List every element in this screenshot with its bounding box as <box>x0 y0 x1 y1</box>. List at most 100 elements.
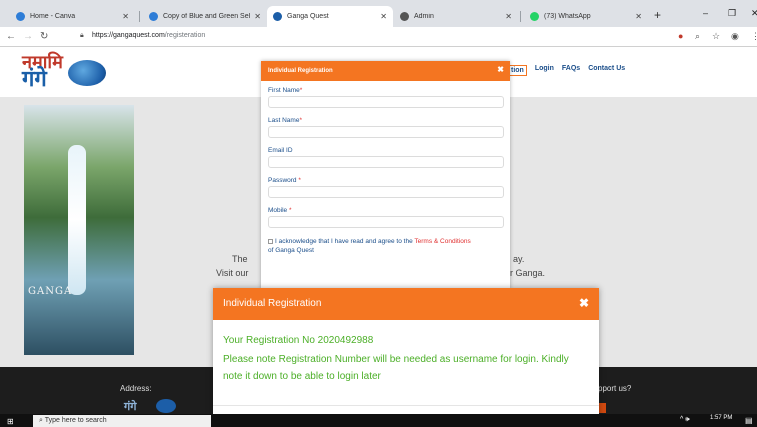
tab-title: Copy of Blue and Green Self-C <box>163 13 251 20</box>
first-name-input[interactable] <box>268 96 504 108</box>
field-label-text: First Name <box>268 87 300 94</box>
globe-logo-icon <box>68 60 106 86</box>
url-field[interactable]: https://gangaquest.com/registeration <box>92 32 205 39</box>
maximize-icon[interactable]: ❐ <box>728 8 736 19</box>
last-name-label: Last Name* <box>268 117 504 124</box>
background-text: r Ganga. <box>510 268 546 278</box>
terms-text-tail: of Ganga Quest <box>268 247 314 254</box>
lock-icon[interactable]: 🔒︎ <box>80 32 84 40</box>
close-tab-icon[interactable]: ✕ <box>380 12 387 21</box>
browser-tab-bar: Home - Canva ✕ Copy of Blue and Green Se… <box>0 0 757 27</box>
background-text: ay. <box>513 254 525 264</box>
tab-separator <box>139 11 140 22</box>
tab-title: Home - Canva <box>30 13 76 20</box>
close-tab-icon[interactable]: ✕ <box>635 12 642 21</box>
namami-gange-logo[interactable]: नमामि गंगे <box>22 54 112 92</box>
tab-copy-blue-green[interactable]: Copy of Blue and Green Self-C ✕ <box>143 6 267 27</box>
terms-text: I acknowledge that I have read and agree… <box>275 238 415 245</box>
registration-note-text: Please note Registration Number will be … <box>223 354 569 382</box>
terms-link[interactable]: Terms & Conditions <box>414 238 470 245</box>
profile-icon[interactable]: ◉ <box>731 31 739 42</box>
terms-checkbox[interactable] <box>268 238 273 244</box>
close-icon[interactable]: ✖ <box>497 65 504 74</box>
zoom-icon[interactable]: ⌕ <box>695 31 700 42</box>
close-tab-icon[interactable]: ✕ <box>505 12 512 21</box>
nav-registration[interactable]: tion <box>508 65 527 76</box>
tab-title: Ganga Quest <box>287 13 329 20</box>
background-text: Visit our <box>216 268 249 278</box>
tab-ganga-quest[interactable]: Ganga Quest ✕ <box>267 6 393 27</box>
tab-admin[interactable]: Admin ✕ <box>394 6 518 27</box>
main-nav: tion Login FAQs Contact Us <box>508 65 625 76</box>
email-input[interactable] <box>268 156 504 168</box>
nav-faqs[interactable]: FAQs <box>562 65 580 76</box>
extension-icon[interactable]: ● <box>678 31 683 41</box>
required-mark: * <box>299 117 302 124</box>
modal-divider <box>213 405 599 406</box>
tab-title: (73) WhatsApp <box>544 13 591 20</box>
notification-icon[interactable]: ▤ <box>745 416 753 425</box>
tab-title: Admin <box>414 13 434 20</box>
required-mark: * <box>298 177 301 184</box>
canva-icon <box>16 12 25 21</box>
footer-globe-icon <box>156 399 176 413</box>
nav-login[interactable]: Login <box>535 65 554 76</box>
last-name-input[interactable] <box>268 126 504 138</box>
required-mark: * <box>288 207 292 214</box>
footer-support-label: pport us? <box>598 384 632 393</box>
registration-confirmation-modal: Individual Registration ✖ Your Registrat… <box>213 288 599 427</box>
form-modal-header: Individual Registration ✖ <box>261 61 510 81</box>
tab-home-canva[interactable]: Home - Canva ✕ <box>10 6 135 27</box>
bookmark-star-icon[interactable]: ☆ <box>712 31 720 42</box>
reload-icon[interactable]: ↻ <box>40 31 48 42</box>
close-tab-icon[interactable]: ✕ <box>254 12 261 21</box>
ganga-quest-icon <box>273 12 282 21</box>
confirmation-modal-body: Your Registration No 2020492988 Please n… <box>213 320 599 385</box>
registration-form-modal: Individual Registration ✖ First Name* La… <box>261 61 510 289</box>
minimize-icon[interactable]: – <box>703 8 708 18</box>
address-bar: ← → ↻ 🔒︎ https://gangaquest.com/register… <box>0 27 757 47</box>
hero-label: GANGA <box>28 286 73 297</box>
menu-kebab-icon[interactable]: ⋮ <box>751 31 757 42</box>
required-mark: * <box>299 87 303 94</box>
waterfall-graphic <box>68 145 86 295</box>
terms-checkbox-row: I acknowledge that I have read and agree… <box>268 237 504 255</box>
windows-start-icon[interactable]: ⊞ <box>7 417 14 426</box>
hero-ganga-image: GANGA <box>24 105 134 355</box>
email-label: Email ID <box>268 147 504 154</box>
field-label-text: Password <box>268 177 299 184</box>
confirmation-modal-header: Individual Registration ✖ <box>213 288 599 320</box>
taskbar-search-input[interactable]: ⌕ Type here to search <box>33 415 211 427</box>
confirmation-modal-title: Individual Registration <box>223 298 322 309</box>
tab-whatsapp[interactable]: (73) WhatsApp ✕ <box>524 6 648 27</box>
taskbar-clock[interactable]: 1:57 PM <box>710 415 732 421</box>
new-tab-button[interactable]: + <box>654 9 661 21</box>
close-icon[interactable]: ✖ <box>579 296 589 310</box>
form-modal-title: Individual Registration <box>268 68 333 74</box>
close-tab-icon[interactable]: ✕ <box>122 12 129 21</box>
canva-icon <box>149 12 158 21</box>
first-name-label: First Name* <box>268 87 504 94</box>
footer-donate-button[interactable] <box>598 403 606 413</box>
mobile-input[interactable] <box>268 216 504 228</box>
field-label-text: Last Name <box>268 117 300 124</box>
taskbar-search-placeholder: Type here to search <box>44 417 107 424</box>
background-text: The <box>232 254 248 264</box>
footer-logo: गंगे <box>124 400 137 413</box>
password-input[interactable] <box>268 186 504 198</box>
close-window-icon[interactable]: ✕ <box>751 8 757 19</box>
nav-contact-us[interactable]: Contact Us <box>588 65 625 76</box>
whatsapp-icon <box>530 12 539 21</box>
windows-taskbar: ⊞ ⌕ Type here to search ^ 🕪︎ 1:57 PM ▤ <box>0 414 757 427</box>
field-label-text: Email ID <box>268 147 293 154</box>
volume-icon[interactable]: ^ 🕪︎ <box>680 416 690 424</box>
field-label-text: Mobile <box>268 207 289 214</box>
mobile-label: Mobile * <box>268 207 504 214</box>
password-label: Password * <box>268 177 504 184</box>
footer-address-label: Address: <box>120 384 152 393</box>
logo-line-2: गंगे <box>22 66 47 92</box>
tab-separator <box>520 11 521 22</box>
url-path: /registeration <box>164 32 206 39</box>
back-icon[interactable]: ← <box>6 31 16 42</box>
forward-icon[interactable]: → <box>23 31 33 42</box>
